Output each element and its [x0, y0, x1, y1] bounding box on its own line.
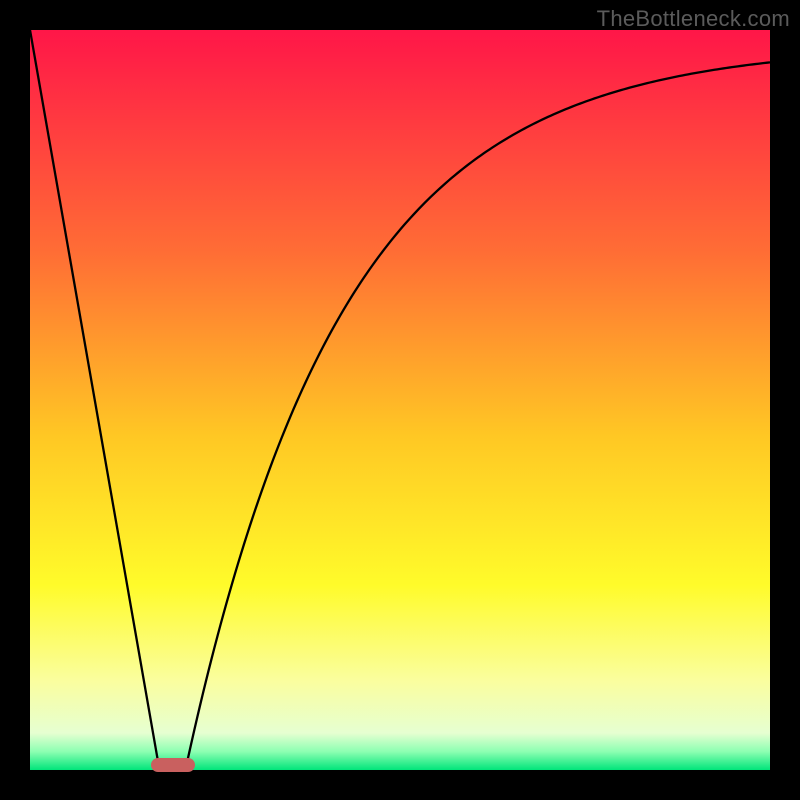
- chart-frame: TheBottleneck.com: [0, 0, 800, 800]
- minimum-marker: [151, 758, 195, 772]
- chart-plot: [30, 30, 770, 770]
- watermark-text: TheBottleneck.com: [597, 6, 790, 32]
